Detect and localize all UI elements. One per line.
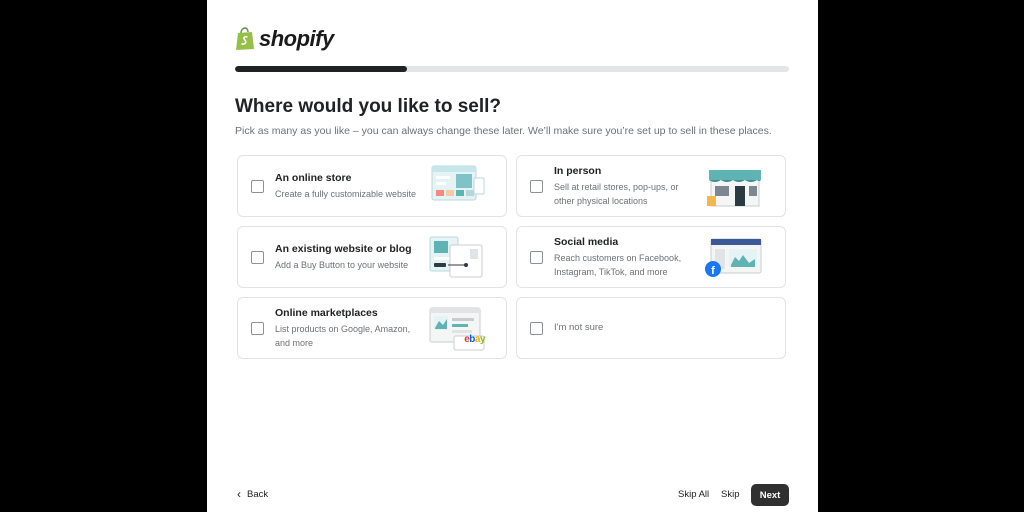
page-subtitle: Pick as many as you like – you can alway… — [235, 125, 772, 137]
option-title: An online store — [275, 171, 352, 184]
option-label: I'm not sure — [554, 322, 604, 333]
marketplace-illustration — [429, 307, 485, 351]
social-media-illustration: f — [705, 238, 762, 277]
buy-button-illustration — [429, 236, 483, 278]
option-description: Add a Buy Button to your website — [275, 259, 409, 270]
svg-text:f: f — [711, 265, 715, 277]
page-title: Where would you like to sell? — [235, 96, 502, 117]
skip-button[interactable]: Skip — [721, 489, 739, 500]
checkbox[interactable] — [251, 180, 264, 193]
option-not-sure[interactable]: I'm not sure — [516, 297, 786, 359]
back-label: Back — [247, 488, 269, 500]
checkbox[interactable] — [530, 180, 543, 193]
shopify-logo: shopify — [235, 26, 334, 52]
online-store-illustration — [431, 165, 485, 201]
back-button[interactable]: ‹ Back — [237, 487, 268, 501]
progress-fill — [235, 66, 407, 72]
option-title: An existing website or blog — [275, 242, 412, 255]
storefront-illustration — [707, 170, 761, 207]
option-title: Online marketplaces — [275, 306, 378, 319]
checkbox[interactable] — [530, 322, 543, 335]
brand-name: shopify — [259, 26, 334, 51]
option-online-marketplaces[interactable]: Online marketplaces List products on Goo… — [237, 297, 507, 359]
next-button[interactable]: Next — [751, 484, 789, 506]
sell-options-grid: An online store Create a fully customiza… — [237, 155, 787, 359]
option-social-media[interactable]: Social media Reach customers on Facebook… — [516, 226, 786, 288]
option-title: In person — [554, 164, 602, 177]
option-online-store[interactable]: An online store Create a fully customiza… — [237, 155, 507, 217]
progress-bar — [235, 66, 789, 72]
checkbox[interactable] — [530, 251, 543, 264]
checkbox[interactable] — [251, 251, 264, 264]
onboarding-panel: shopify Where would you like to sell? Pi… — [207, 0, 818, 512]
option-description: List products on Google, Amazon, and mor… — [275, 323, 411, 348]
skip-all-button[interactable]: Skip All — [678, 489, 709, 500]
option-in-person[interactable]: In person Sell at retail stores, pop-ups… — [516, 155, 786, 217]
option-title: Social media — [554, 235, 619, 248]
option-description: Create a fully customizable website — [275, 188, 417, 199]
shopify-bag-icon — [236, 27, 254, 50]
chevron-left-icon: ‹ — [237, 487, 241, 501]
checkbox[interactable] — [251, 322, 264, 335]
option-existing-website[interactable]: An existing website or blog Add a Buy Bu… — [237, 226, 507, 288]
ebay-badge: ebay — [464, 334, 485, 345]
option-description: Reach customers on Facebook, Instagram, … — [554, 252, 682, 277]
option-description: Sell at retail stores, pop-ups, or other… — [554, 181, 679, 206]
